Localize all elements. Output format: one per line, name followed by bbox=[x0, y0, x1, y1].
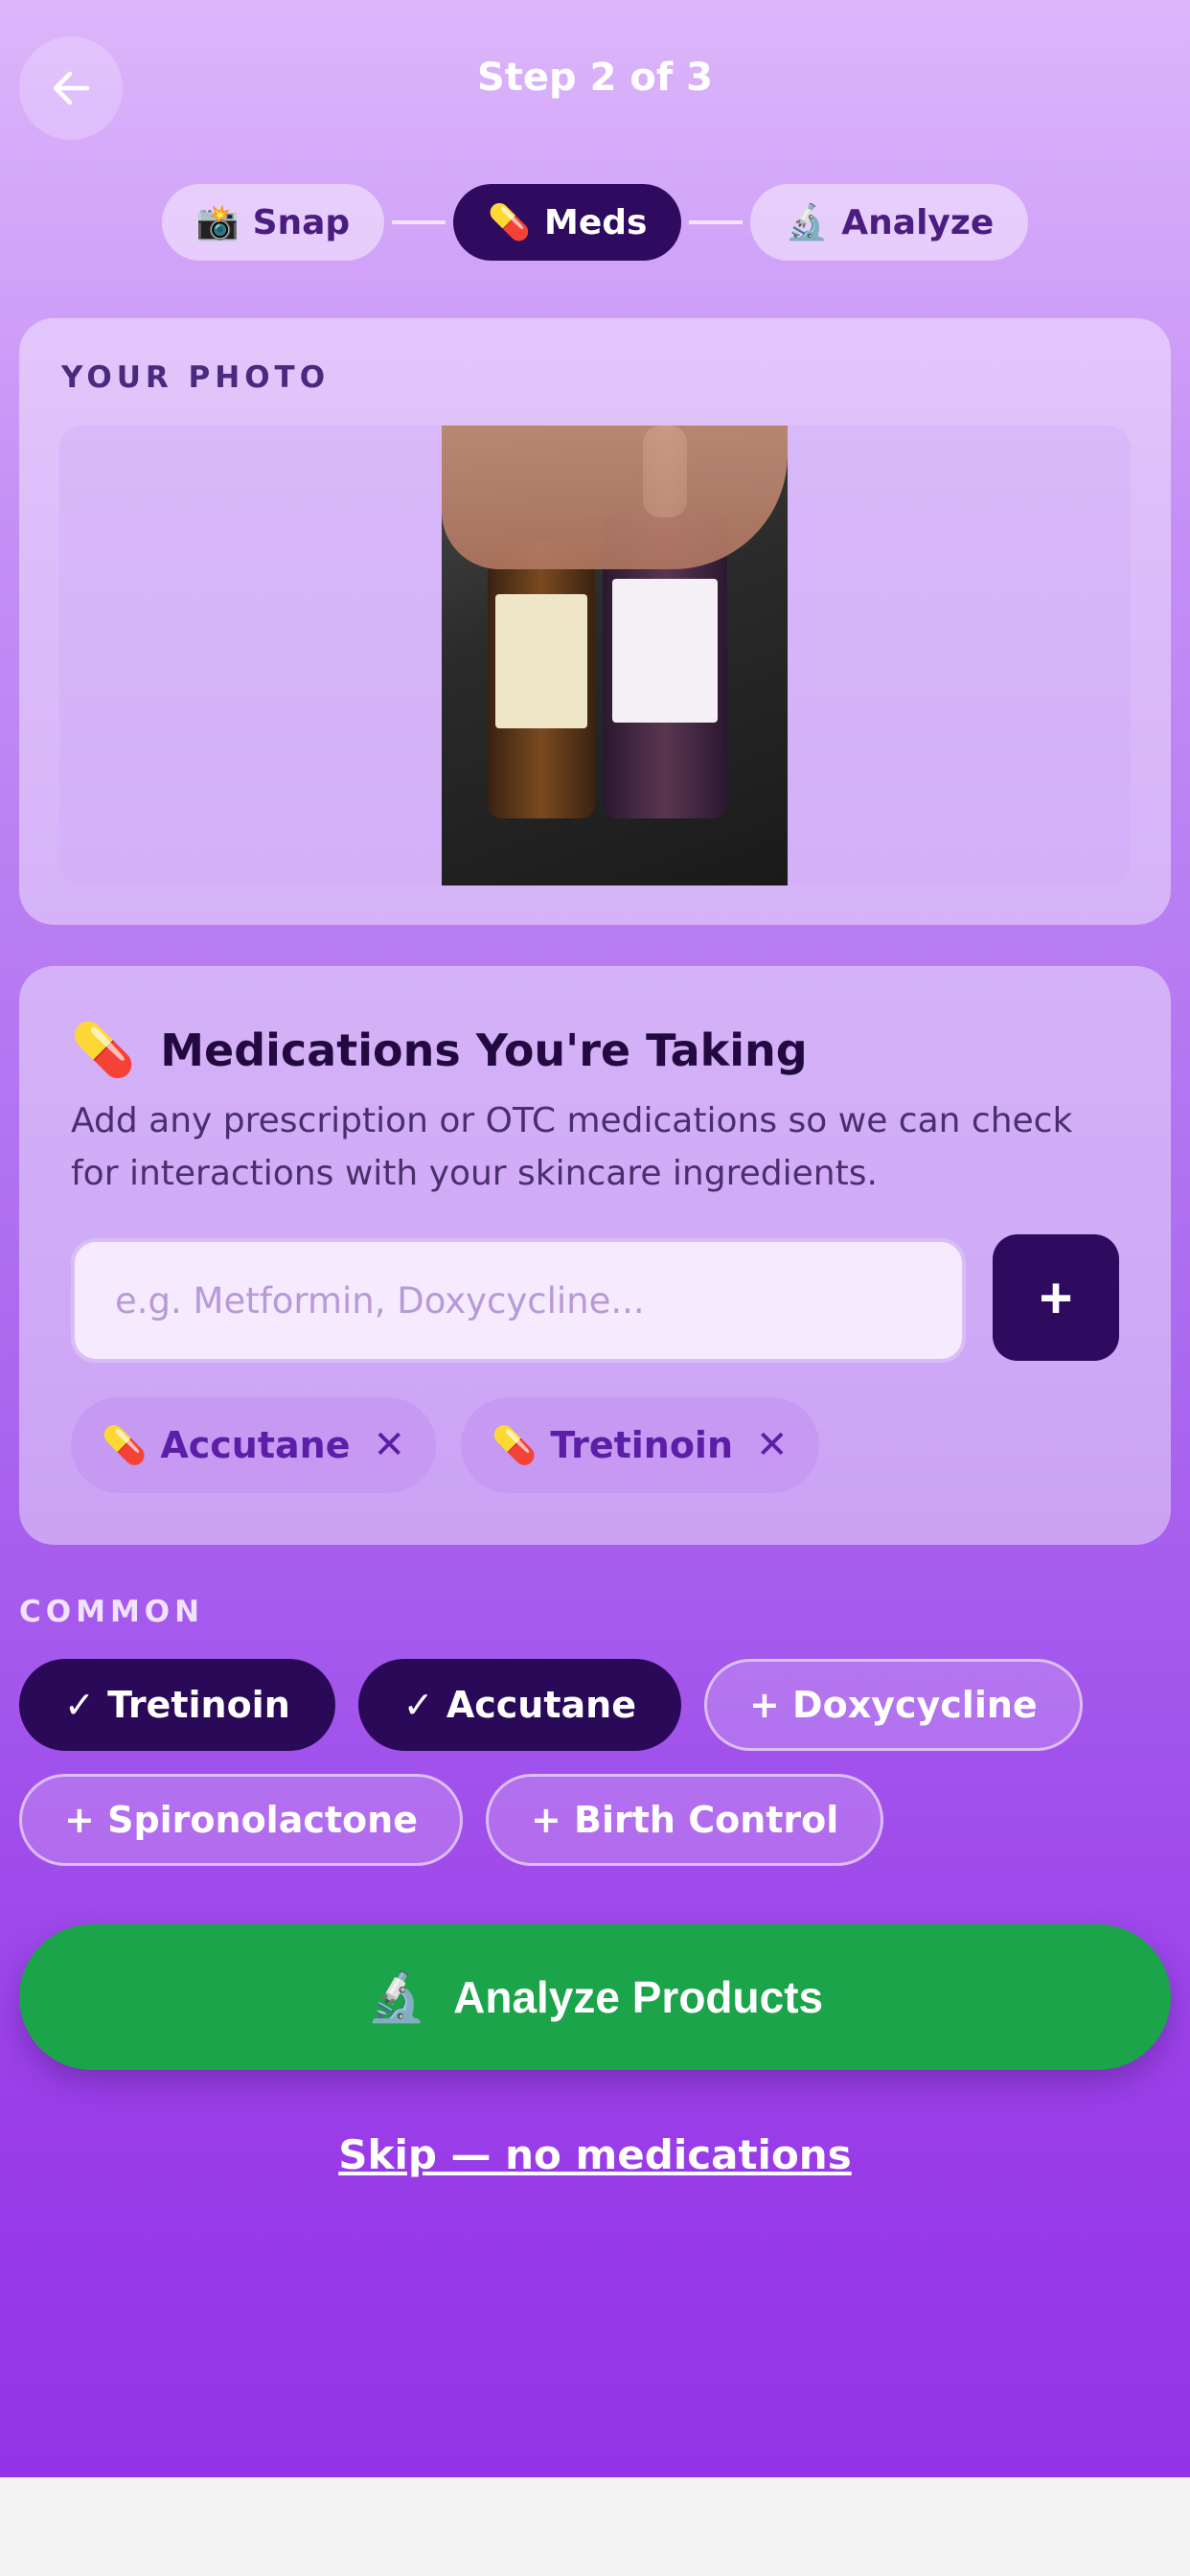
microscope-icon: 🔬 bbox=[366, 1969, 427, 2024]
chip-spironolactone[interactable]: + Spironolactone bbox=[19, 1774, 463, 1866]
skip-link[interactable]: Skip — no medications bbox=[0, 2131, 1190, 2178]
photo-card: YOUR PHOTO bbox=[19, 318, 1171, 925]
medication-tag-label: Tretinoin bbox=[550, 1424, 734, 1466]
bottle-skin-deva-label bbox=[612, 579, 718, 723]
medication-tag: 💊 Tretinoin ✕ bbox=[461, 1397, 819, 1493]
chip-birth-control[interactable]: + Birth Control bbox=[485, 1774, 884, 1866]
analyze-products-label: Analyze Products bbox=[453, 1972, 824, 2022]
add-medication-button[interactable]: + bbox=[993, 1234, 1119, 1361]
pill-icon: 💊 bbox=[492, 1423, 538, 1466]
pill-icon: 💊 bbox=[488, 203, 532, 242]
step-meds-label: Meds bbox=[544, 202, 648, 242]
microscope-icon: 🔬 bbox=[785, 203, 829, 242]
medication-tags: 💊 Accutane ✕ 💊 Tretinoin ✕ bbox=[71, 1397, 819, 1493]
photo-section-label: YOUR PHOTO bbox=[61, 360, 331, 395]
camera-icon: 📸 bbox=[195, 203, 240, 242]
step-connector bbox=[392, 220, 446, 224]
step-meds[interactable]: 💊 Meds bbox=[453, 184, 682, 261]
step-snap-label: Snap bbox=[252, 202, 351, 242]
chip-tretinoin[interactable]: ✓ Tretinoin bbox=[19, 1659, 335, 1751]
medication-tag-label: Accutane bbox=[160, 1424, 351, 1466]
medications-title: Medications You're Taking bbox=[160, 1024, 808, 1076]
medication-tag: 💊 Accutane ✕ bbox=[71, 1397, 436, 1493]
common-medication-chips: ✓ Tretinoin ✓ Accutane + Doxycycline + S… bbox=[19, 1659, 1171, 1866]
product-photo[interactable] bbox=[442, 426, 788, 886]
pill-icon: 💊 bbox=[71, 1020, 136, 1080]
step-snap[interactable]: 📸 Snap bbox=[161, 184, 385, 261]
medication-input[interactable] bbox=[71, 1238, 966, 1363]
stepper: 📸 Snap 💊 Meds 🔬 Analyze bbox=[0, 184, 1190, 261]
photo-frame bbox=[59, 426, 1131, 886]
chip-accutane[interactable]: ✓ Accutane bbox=[357, 1659, 681, 1751]
medications-header: 💊 Medications You're Taking bbox=[71, 1020, 808, 1081]
remove-tag-icon[interactable]: ✕ bbox=[373, 1423, 405, 1467]
bottle-perricone-label bbox=[495, 594, 587, 728]
step-analyze-label: Analyze bbox=[841, 202, 995, 242]
step-analyze[interactable]: 🔬 Analyze bbox=[750, 184, 1029, 261]
hand bbox=[442, 426, 788, 569]
medications-card: 💊 Medications You're Taking Add any pres… bbox=[19, 966, 1171, 1545]
medications-description: Add any prescription or OTC medications … bbox=[71, 1101, 1073, 1193]
analyze-products-button[interactable]: 🔬 Analyze Products bbox=[19, 1924, 1171, 2070]
bottle-perricone bbox=[488, 540, 595, 818]
remove-tag-icon[interactable]: ✕ bbox=[756, 1423, 789, 1467]
pill-icon: 💊 bbox=[102, 1423, 148, 1466]
screen: Step 2 of 3 📸 Snap 💊 Meds 🔬 Analyze YOUR… bbox=[0, 0, 1190, 2477]
chip-doxycycline[interactable]: + Doxycycline bbox=[703, 1659, 1083, 1751]
step-title: Step 2 of 3 bbox=[476, 56, 713, 100]
common-section-label: COMMON bbox=[19, 1595, 205, 1629]
step-connector bbox=[689, 220, 744, 224]
